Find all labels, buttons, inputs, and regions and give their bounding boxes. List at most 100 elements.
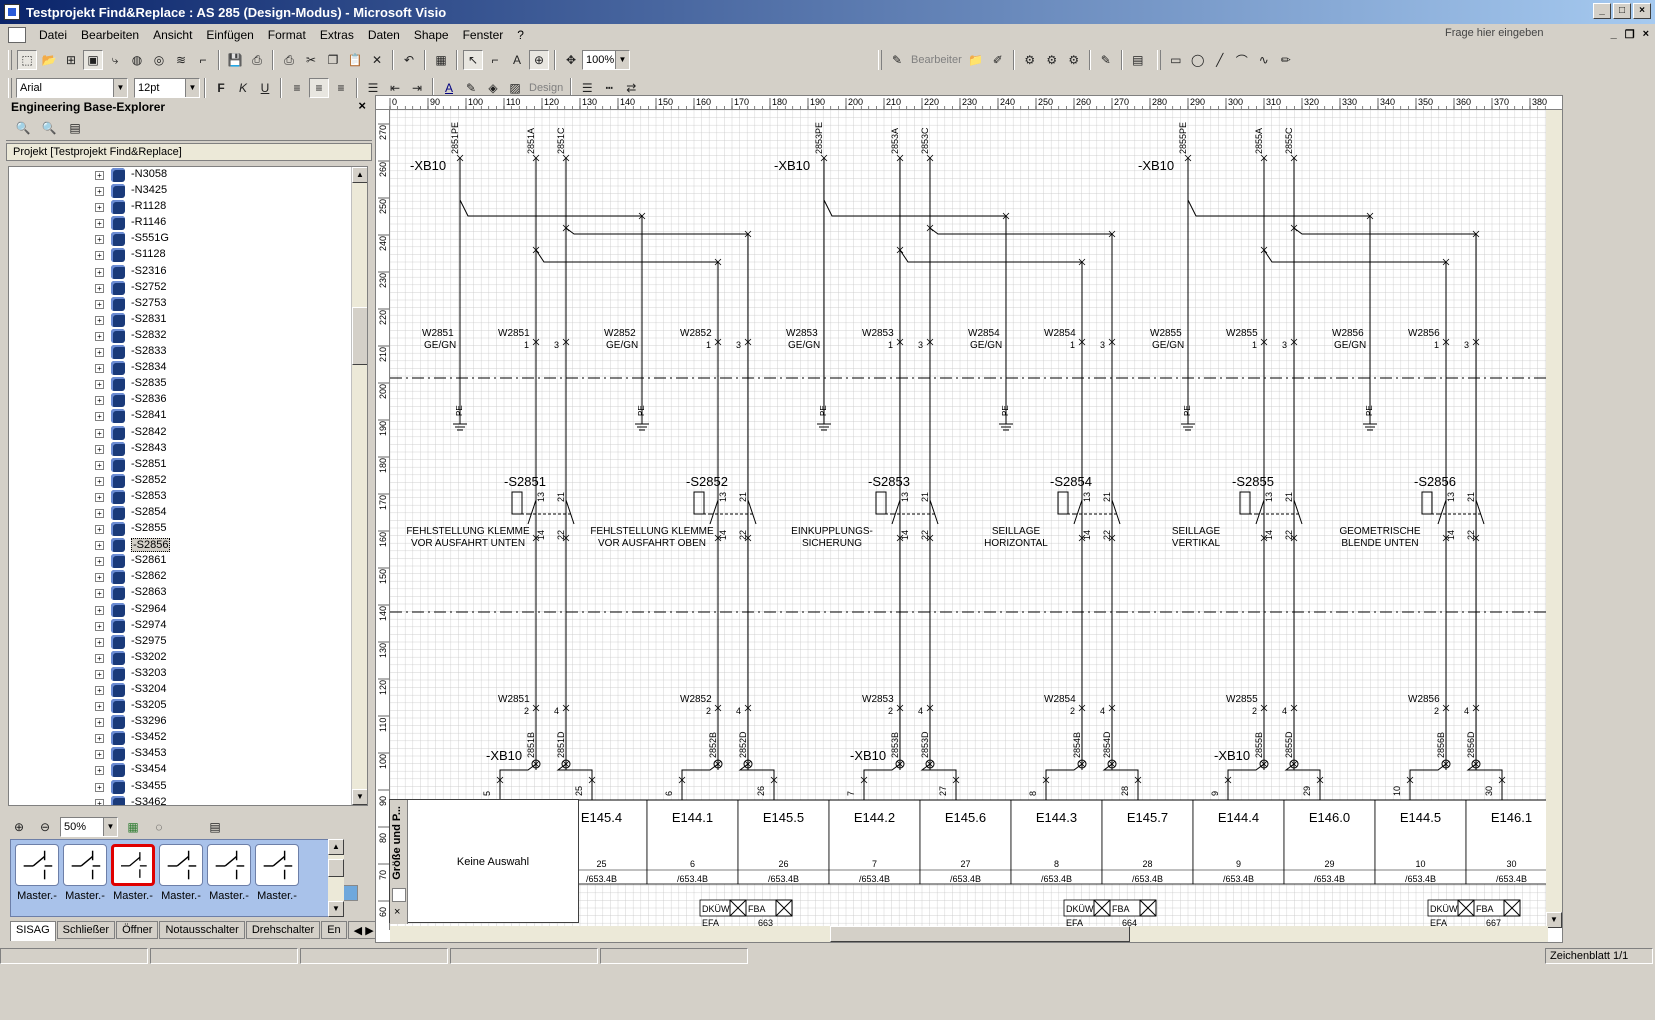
tree-scrollbar[interactable]: ▲ ▼ — [351, 167, 367, 805]
expand-icon[interactable]: + — [95, 669, 104, 679]
expand-icon[interactable]: + — [95, 621, 104, 631]
structure-icon[interactable]: ⊞ — [61, 50, 81, 70]
text-tool-icon[interactable]: A — [507, 50, 527, 70]
stencil-tab[interactable]: Öffner — [116, 921, 159, 939]
save-icon[interactable]: 💾 — [225, 50, 245, 70]
tree-item[interactable]: + -S3205 — [9, 698, 367, 714]
page-indicator[interactable]: Zeichenblatt 1/1 — [1545, 948, 1653, 964]
tree-item[interactable]: + -S2851 — [9, 457, 367, 473]
folder-icon[interactable]: 📁 — [966, 50, 986, 70]
undo-icon[interactable]: ↶ — [399, 50, 419, 70]
font-size-combo[interactable]: 12pt ▼ — [134, 78, 200, 98]
drawing-vertical-scrollbar[interactable]: ▼ — [1546, 110, 1562, 928]
tree-item[interactable]: + -R1128 — [9, 199, 367, 215]
tree-item[interactable]: + -S3462 — [9, 795, 367, 805]
rectangle-tool-icon[interactable]: ▭ — [1166, 50, 1186, 70]
tree-item[interactable]: + -S3455 — [9, 779, 367, 795]
tree-item[interactable]: + -N3425 — [9, 183, 367, 199]
tree-item[interactable]: + -S2964 — [9, 602, 367, 618]
expand-icon[interactable]: + — [95, 508, 104, 518]
tree-item[interactable]: + -S2853 — [9, 489, 367, 505]
chevron-down-icon[interactable]: ▼ — [185, 79, 199, 97]
expand-icon[interactable]: + — [95, 331, 104, 341]
close-icon[interactable]: × — [358, 98, 366, 113]
stencil-master-shape[interactable] — [63, 844, 107, 886]
expand-icon[interactable]: + — [95, 782, 104, 792]
expand-icon[interactable]: + — [95, 299, 104, 309]
menu-datei[interactable]: Datei — [32, 28, 74, 42]
wire-icon[interactable]: ⌐ — [193, 50, 213, 70]
tree-item[interactable]: + -S3452 — [9, 730, 367, 746]
tree-item[interactable]: + -S3296 — [9, 714, 367, 730]
underline-icon[interactable]: U — [255, 78, 275, 98]
close-icon[interactable]: × — [394, 906, 400, 918]
menu-einfuegen[interactable]: Einfügen — [199, 28, 260, 42]
tree-item[interactable]: + -S2843 — [9, 441, 367, 457]
tree-item[interactable]: + -S2752 — [9, 280, 367, 296]
tree-item[interactable]: + -S3453 — [9, 746, 367, 762]
stencil-tab[interactable]: Notausschalter — [159, 921, 245, 939]
list-icon[interactable]: ▤ — [205, 817, 225, 837]
doc-restore-button[interactable]: ❐ — [1625, 28, 1635, 41]
tree-item[interactable]: + -S2974 — [9, 618, 367, 634]
expand-icon[interactable]: + — [95, 396, 104, 406]
expand-icon[interactable]: + — [95, 637, 104, 647]
help-search-input[interactable]: Frage hier eingeben — [1445, 27, 1595, 43]
freeform-tool-icon[interactable]: ∿ — [1254, 50, 1274, 70]
maximize-button[interactable]: □ — [1613, 3, 1631, 19]
scroll-thumb[interactable] — [352, 307, 367, 365]
cut-icon[interactable]: ✂ — [301, 50, 321, 70]
tree-item[interactable]: + -S2833 — [9, 344, 367, 360]
expand-icon[interactable]: + — [95, 750, 104, 760]
expand-icon[interactable]: + — [95, 428, 104, 438]
connector-tool-icon[interactable]: ⌐ — [485, 50, 505, 70]
gear-icon-3[interactable]: ⚙ — [1064, 50, 1084, 70]
explorer-toggle-icon[interactable]: ▣ — [83, 50, 103, 70]
visio-app-icon[interactable] — [4, 4, 20, 20]
zoom-in-icon[interactable]: ⊕ — [9, 817, 29, 837]
align-left-icon[interactable]: ≡ — [287, 78, 307, 98]
expand-icon[interactable]: + — [95, 203, 104, 213]
zoom-out-icon[interactable]: ⊖ — [35, 817, 55, 837]
pointer-tool-icon[interactable]: ↖ — [463, 50, 483, 70]
ellipse-tool-icon[interactable]: ◯ — [1188, 50, 1208, 70]
tree-item[interactable]: + -S2832 — [9, 328, 367, 344]
bold-icon[interactable]: F — [211, 78, 231, 98]
expand-icon[interactable]: + — [95, 251, 104, 261]
menu-fenster[interactable]: Fenster — [456, 28, 511, 42]
tree-item[interactable]: + -R1146 — [9, 215, 367, 231]
minimize-button[interactable]: _ — [1593, 3, 1611, 19]
tree-item[interactable]: + -N3058 — [9, 167, 367, 183]
tree-item[interactable]: + -S551G — [9, 231, 367, 247]
italic-icon[interactable]: K — [233, 78, 253, 98]
font-combo[interactable]: Arial ▼ — [16, 78, 128, 98]
copy-icon[interactable]: ❐ — [323, 50, 343, 70]
tree-item[interactable]: + -S2316 — [9, 264, 367, 280]
drawing-horizontal-scrollbar[interactable] — [390, 926, 1548, 942]
expand-icon[interactable]: + — [95, 187, 104, 197]
shapes-icon[interactable]: ▦ — [431, 50, 451, 70]
bearbeiter-button[interactable]: Bearbeiter — [911, 54, 962, 66]
paste-icon[interactable]: 📋 — [345, 50, 365, 70]
brush-icon[interactable]: ✐ — [988, 50, 1008, 70]
tree-item[interactable]: + -S3454 — [9, 762, 367, 778]
tree-item[interactable]: + -S3202 — [9, 650, 367, 666]
expand-icon[interactable]: + — [95, 702, 104, 712]
expand-icon[interactable]: + — [95, 589, 104, 599]
menu-bearbeiten[interactable]: Bearbeiten — [74, 28, 146, 42]
layers-icon[interactable]: ≋ — [171, 50, 191, 70]
menu-shape[interactable]: Shape — [407, 28, 456, 42]
open-icon[interactable]: 📂 — [39, 50, 59, 70]
zoom-combo[interactable]: 100% ▼ — [582, 50, 630, 70]
tree-item[interactable]: + -S1128 — [9, 247, 367, 263]
tree-item[interactable]: + -S2852 — [9, 473, 367, 489]
expand-icon[interactable]: + — [95, 541, 104, 551]
expand-icon[interactable]: + — [95, 734, 104, 744]
stencil-tab[interactable]: SISAG — [10, 921, 56, 941]
expand-icon[interactable]: + — [95, 798, 104, 805]
disabled-icon[interactable]: ◌ — [149, 817, 169, 837]
search-next-icon[interactable]: 🔍 — [39, 118, 59, 138]
expand-icon[interactable]: + — [95, 460, 104, 470]
chevron-down-icon[interactable]: ▼ — [113, 79, 127, 97]
gear-icon[interactable]: ⚙ — [1020, 50, 1040, 70]
